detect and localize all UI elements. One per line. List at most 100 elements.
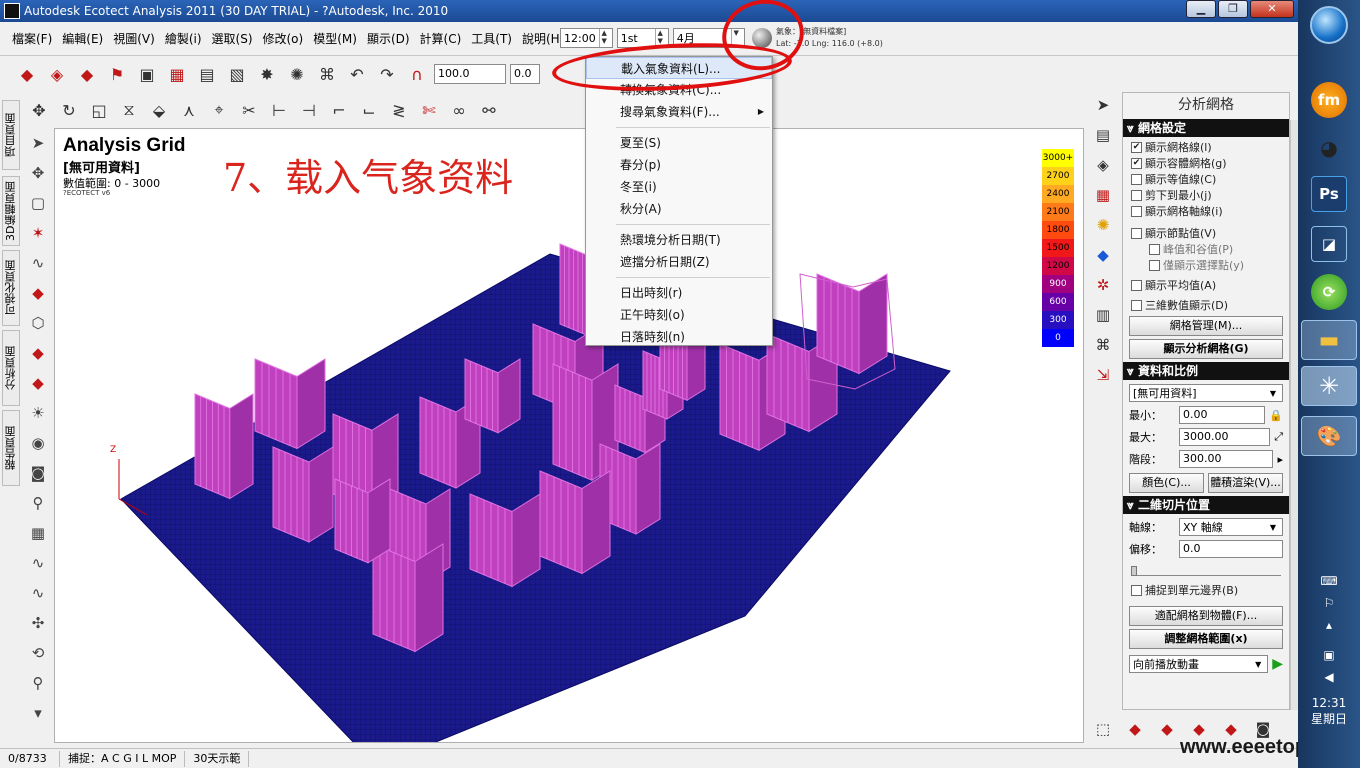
sun-icon[interactable]: ✺ <box>1090 212 1116 238</box>
taskbar-app-refresh[interactable]: ⟳ <box>1311 274 1347 310</box>
grid-manage-button[interactable]: 網格管理(M)... <box>1129 316 1283 336</box>
link-icon[interactable]: ∞ <box>446 97 472 123</box>
adjust-grid-button[interactable]: 調整網格範圍(x) <box>1129 629 1283 649</box>
context-menu-item-14[interactable]: 日落時刻(n) <box>586 326 772 348</box>
play-select[interactable]: 向前播放動畫 ▼ <box>1129 655 1269 673</box>
menu-item-4[interactable]: 選取(S) <box>212 30 253 47</box>
gears-icon[interactable]: ✺ <box>284 61 310 87</box>
menu-item-7[interactable]: 顯示(D) <box>367 30 410 47</box>
move-icon[interactable]: ✥ <box>26 97 52 123</box>
menu-item-10[interactable]: 說明(H) <box>522 30 564 47</box>
show-average-checkbox[interactable]: 顯示平均值(A) <box>1123 277 1289 293</box>
max-field[interactable]: 3000.00 <box>1179 428 1271 446</box>
slider-thumb[interactable] <box>1131 566 1137 576</box>
start-button[interactable] <box>1310 6 1348 44</box>
corner-alt-icon[interactable]: ⌙ <box>356 97 382 123</box>
context-menu-item-7[interactable]: 秋分(A) <box>586 198 772 220</box>
trash-icon[interactable]: ▥ <box>1090 302 1116 328</box>
peak-valley-checkbox[interactable]: 峰值和谷值(P) <box>1123 241 1289 257</box>
offset-field[interactable]: 0.0 <box>1179 540 1283 558</box>
menu-item-0[interactable]: 檔案(F) <box>12 30 52 47</box>
taskbar-app-qq[interactable]: ◕ <box>1311 130 1347 166</box>
clip-to-min-checkbox[interactable]: 剪下到最小(j) <box>1123 187 1289 203</box>
curve-icon[interactable]: ∿ <box>26 580 50 606</box>
pan-icon[interactable]: ✥ <box>26 160 50 186</box>
menu-item-8[interactable]: 計算(C) <box>420 30 462 47</box>
volume-icon[interactable]: ◀ <box>1298 666 1360 688</box>
magnify-icon[interactable]: ⚲ <box>26 670 50 696</box>
nodes-icon[interactable]: ⌘ <box>1090 332 1116 358</box>
light-icon[interactable]: ☀ <box>26 400 50 426</box>
min-field[interactable]: 0.00 <box>1179 406 1266 424</box>
select-arrow-icon[interactable]: ➤ <box>1090 92 1116 118</box>
context-menu-item-10[interactable]: 遮擋分析日期(Z) <box>586 251 772 273</box>
zoom-value-field[interactable]: 100.0 <box>434 64 506 84</box>
corner-icon[interactable]: ⌐ <box>326 97 352 123</box>
taskbar-app-ecotect[interactable]: ✳ <box>1301 366 1357 406</box>
export-icon[interactable]: ⇲ <box>1090 362 1116 388</box>
axis-select[interactable]: XY 軸線 ▼ <box>1179 518 1283 536</box>
data-select[interactable]: [無可用資料] ▼ <box>1129 384 1283 402</box>
block-icon[interactable]: ◆ <box>26 340 50 366</box>
lock-icon[interactable]: 🔒 <box>1269 409 1283 422</box>
menu-item-6[interactable]: 模型(M) <box>313 30 357 47</box>
wire-icon[interactable]: ⬚ <box>1090 716 1116 742</box>
grid-settings-header[interactable]: ⩔ 網格設定 <box>1123 119 1289 137</box>
tab-page-1[interactable]: 3D編輯頁面 <box>2 176 20 246</box>
flag-icon[interactable]: ⚑ <box>104 61 130 87</box>
play-icon[interactable]: ▶ <box>1272 656 1283 672</box>
chain-icon[interactable]: ⚯ <box>476 97 502 123</box>
time-spinner-icon[interactable]: ▲ ▼ <box>598 29 609 47</box>
tab-page-0[interactable]: 項目頁面 <box>2 100 20 170</box>
particle-icon[interactable]: ✲ <box>1090 272 1116 298</box>
restore-button[interactable]: ❐ <box>1218 0 1248 18</box>
fit-grid-button[interactable]: 適配網格到物體(F)... <box>1129 606 1283 626</box>
menu-item-9[interactable]: 工具(T) <box>471 30 512 47</box>
snap-cell-checkbox[interactable]: 捕捉到單元邊界(B) <box>1123 582 1289 598</box>
scale-icon[interactable]: ◱ <box>86 97 112 123</box>
nav-move-icon[interactable]: ✣ <box>26 610 50 636</box>
close-button[interactable]: ✕ <box>1250 0 1294 18</box>
gear-icon[interactable]: ✸ <box>254 61 280 87</box>
open-file-icon[interactable]: ◈ <box>44 61 70 87</box>
show-grid-axes-checkbox[interactable]: 顯示網格軸線(i) <box>1123 203 1289 219</box>
show-volume-grid-checkbox[interactable]: ✔ 顯示容體網格(g) <box>1123 155 1289 171</box>
show-node-values-checkbox[interactable]: 顯示節點值(V) <box>1123 225 1289 241</box>
context-menu-item-13[interactable]: 正午時刻(o) <box>586 304 772 326</box>
zone-mgmt-icon[interactable]: ▦ <box>1090 182 1116 208</box>
zigzag-icon[interactable]: ≷ <box>386 97 412 123</box>
mirror-icon[interactable]: ⧖ <box>116 97 142 123</box>
fit-range-icon[interactable]: ⤢ <box>1274 430 1283 444</box>
context-menu-item-4[interactable]: 夏至(S) <box>586 132 772 154</box>
point-icon[interactable]: ✶ <box>26 220 50 246</box>
speaker-icon[interactable]: ◉ <box>26 430 50 456</box>
camera-icon[interactable]: ◙ <box>26 460 50 486</box>
show-3d-values-checkbox[interactable]: 三維數值顯示(D) <box>1123 297 1289 313</box>
plane-icon[interactable]: ◆ <box>26 280 50 306</box>
volume-render-button[interactable]: 體積渲染(V)... <box>1208 473 1283 493</box>
up-arrow-icon[interactable]: ▴ <box>1298 614 1360 636</box>
zone-icon[interactable]: ◆ <box>26 370 50 396</box>
context-menu-item-2[interactable]: 搜尋氣象資料(F)... ▶ <box>586 101 772 123</box>
snap-icon[interactable]: ⌖ <box>206 97 232 123</box>
taskbar-app-folder[interactable]: ▬ <box>1301 320 1357 360</box>
panel-scrollbar[interactable] <box>1290 120 1298 710</box>
network-icon[interactable]: ▣ <box>1298 644 1360 666</box>
material-icon[interactable]: ▤ <box>1090 122 1116 148</box>
tab-page-3[interactable]: 分析頁面 <box>2 330 20 406</box>
tab-page-4[interactable]: 報告頁面 <box>2 410 20 486</box>
tab-page-2[interactable]: 可視化頁面 <box>2 250 20 326</box>
model-viewport[interactable]: Analysis Grid [無可用資料] 數值範圍: 0 - 3000 ?EC… <box>54 128 1084 743</box>
dimension-icon[interactable]: ⊢ <box>266 97 292 123</box>
layer-edit-icon[interactable]: ▧ <box>224 61 250 87</box>
network-flag-icon[interactable]: ⚐ <box>1298 592 1360 614</box>
color-button[interactable]: 顏色(C)... <box>1129 473 1204 493</box>
menu-item-3[interactable]: 繪製(i) <box>165 30 202 47</box>
play-icon[interactable]: ▸ <box>1277 453 1283 466</box>
render-alt-icon[interactable]: ◆ <box>1154 716 1180 742</box>
orbit-icon[interactable]: ⟲ <box>26 640 50 666</box>
mesh-icon[interactable]: ⌘ <box>314 61 340 87</box>
grid-analysis-icon[interactable]: ◆ <box>1090 242 1116 268</box>
context-menu-item-12[interactable]: 日出時刻(r) <box>586 282 772 304</box>
step-field[interactable]: 300.00 <box>1179 450 1274 468</box>
